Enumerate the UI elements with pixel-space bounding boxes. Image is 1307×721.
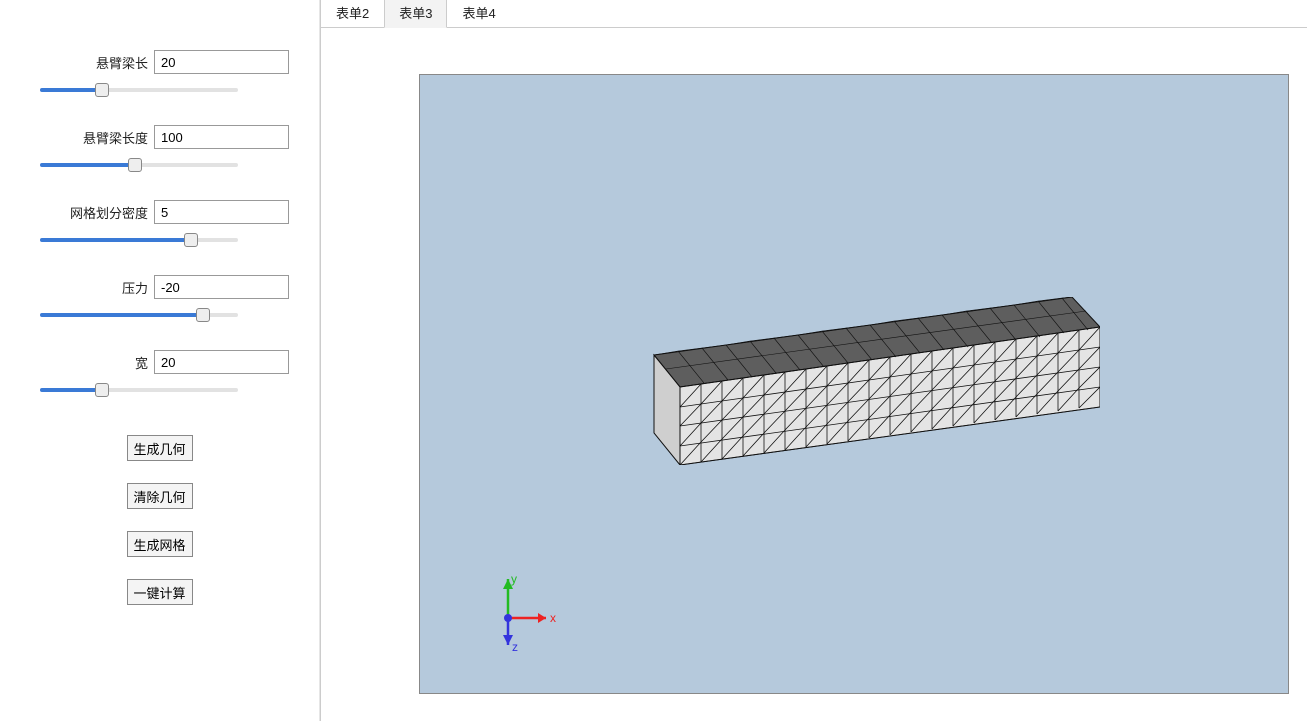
svg-text:x: x (550, 611, 556, 625)
axes-indicator: x y z (478, 573, 568, 663)
mesh-geometry (642, 297, 1100, 465)
width-slider[interactable] (40, 388, 238, 392)
beam-longlen-slider[interactable] (40, 163, 238, 167)
param-mesh-density: 网格划分密度 (30, 200, 289, 245)
param-width: 宽 (30, 350, 289, 395)
svg-text:z: z (512, 640, 518, 654)
one-click-calc-button[interactable]: 一键计算 (127, 579, 193, 605)
mesh-density-slider[interactable] (40, 238, 238, 242)
tab-form3[interactable]: 表单3 (384, 0, 447, 28)
param-label: 网格划分密度 (70, 203, 148, 222)
tab-form2[interactable]: 表单2 (321, 0, 384, 27)
viewport-area: x y z (321, 28, 1307, 721)
generate-geometry-button[interactable]: 生成几何 (127, 435, 193, 461)
beam-length-input[interactable] (154, 50, 289, 74)
param-label: 悬臂梁长度 (83, 128, 148, 147)
viewport-toolbar: x y z (420, 74, 678, 75)
param-label: 压力 (122, 278, 148, 297)
param-label: 宽 (135, 353, 148, 372)
sidebar: 悬臂梁长 悬臂梁长度 网格划分密度 压力 (0, 0, 320, 721)
mesh-density-input[interactable] (154, 200, 289, 224)
param-pressure: 压力 (30, 275, 289, 320)
main: 表单2 表单3 表单4 (320, 0, 1307, 721)
param-label: 悬臂梁长 (96, 53, 148, 72)
svg-text:y: y (511, 573, 517, 586)
width-input[interactable] (154, 350, 289, 374)
param-beam-length: 悬臂梁长 (30, 50, 289, 95)
beam-length-slider[interactable] (40, 88, 238, 92)
clear-geometry-button[interactable]: 清除几何 (127, 483, 193, 509)
pressure-slider[interactable] (40, 313, 238, 317)
pressure-input[interactable] (154, 275, 289, 299)
beam-longlen-input[interactable] (154, 125, 289, 149)
tab-form4[interactable]: 表单4 (447, 0, 510, 27)
param-beam-longlen: 悬臂梁长度 (30, 125, 289, 170)
generate-mesh-button[interactable]: 生成网格 (127, 531, 193, 557)
tabs: 表单2 表单3 表单4 (321, 0, 1307, 28)
viewport-3d[interactable]: x y z (419, 74, 1289, 694)
